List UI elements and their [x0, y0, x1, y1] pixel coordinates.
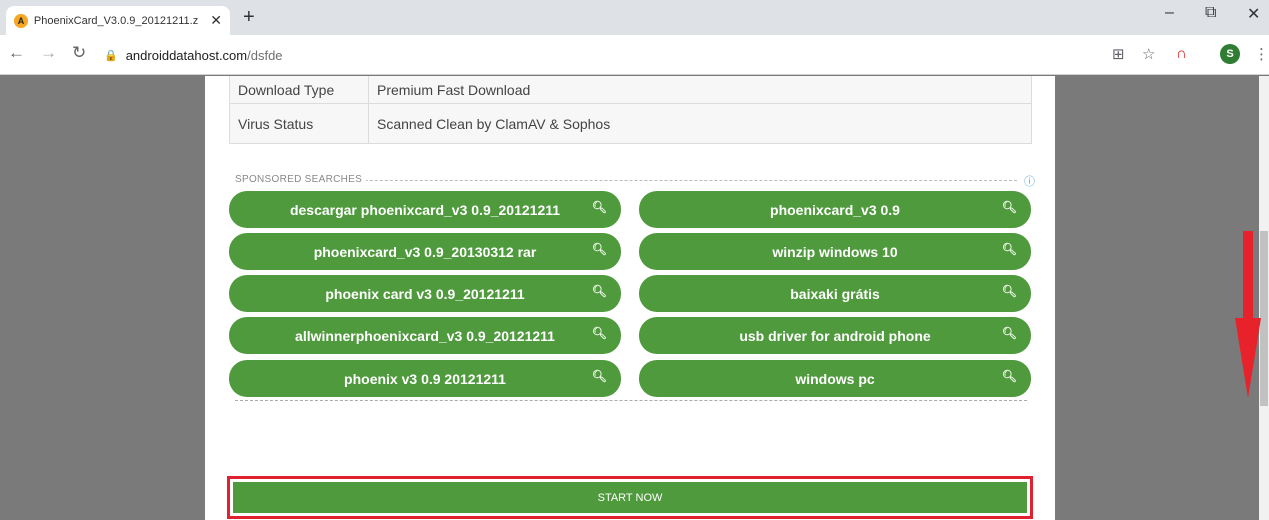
info-value: Scanned Clean by ClamAV & Sophos: [377, 115, 611, 132]
close-tab-icon[interactable]: ✕: [210, 12, 222, 29]
info-value: Premium Fast Download: [377, 81, 531, 98]
sponsored-search-button[interactable]: phoenix v3 0.9 20121211 🔍︎: [229, 360, 621, 397]
start-now-button[interactable]: START NOW: [233, 482, 1027, 513]
search-icon: 🔍︎: [591, 284, 607, 298]
site-favicon-icon: A: [14, 13, 28, 28]
browser-tab[interactable]: A PhoenixCard_V3.0.9_20121211.z ✕: [6, 6, 230, 35]
down-arrow-icon: [1235, 318, 1261, 398]
lock-icon: 🔒: [104, 49, 118, 62]
search-label: baixaki grátis: [790, 285, 880, 302]
restore-icon[interactable]: ⧉: [1205, 4, 1216, 22]
search-label: phoenix card v3 0.9_20121211: [325, 285, 525, 302]
search-label: phoenix v3 0.9 20121211: [344, 370, 506, 387]
avatar[interactable]: S: [1220, 44, 1240, 64]
down-arrow-annotation: [1243, 231, 1253, 321]
tab-strip: A PhoenixCard_V3.0.9_20121211.z ✕ + – ⧉ …: [0, 0, 1269, 35]
table-row: Download Type Premium Fast Download: [230, 76, 1031, 103]
sponsored-search-button[interactable]: allwinnerphoenixcard_v3 0.9_20121211 🔍︎: [229, 317, 621, 354]
url-path: /dsfde: [247, 47, 283, 63]
url-domain: androiddatahost.com: [125, 47, 248, 63]
page-viewport: Download Type Premium Fast Download Viru…: [0, 76, 1269, 520]
search-icon: 🔍︎: [591, 242, 607, 256]
search-icon: 🔍︎: [1001, 242, 1017, 256]
search-icon: 🔍︎: [1001, 200, 1017, 214]
tab-title: PhoenixCard_V3.0.9_20121211.z: [33, 14, 199, 27]
sponsored-search-button[interactable]: phoenixcard_v3 0.9_20130312 rar 🔍︎: [229, 233, 621, 270]
new-tab-icon[interactable]: +: [243, 6, 255, 29]
info-icon[interactable]: ⓘ: [1024, 173, 1035, 189]
search-label: phoenixcard_v3 0.9_20130312 rar: [313, 243, 537, 260]
search-icon: 🔍︎: [591, 326, 607, 340]
scrollbar-thumb[interactable]: [1260, 231, 1268, 406]
sponsored-search-button[interactable]: winzip windows 10 🔍︎: [639, 233, 1031, 270]
sponsored-label: SPONSORED SEARCHES: [235, 174, 367, 185]
sponsored-search-button[interactable]: phoenix card v3 0.9_20121211 🔍︎: [229, 275, 621, 312]
sponsored-search-button[interactable]: phoenixcard_v3 0.9 🔍︎: [639, 191, 1031, 228]
sponsored-search-button[interactable]: windows pc 🔍︎: [639, 360, 1031, 397]
main-content: Download Type Premium Fast Download Viru…: [205, 76, 1055, 520]
search-label: allwinnerphoenixcard_v3 0.9_20121211: [295, 327, 555, 344]
menu-kebab-icon[interactable]: ⋮: [1254, 45, 1269, 63]
extension-icon[interactable]: ∩: [1176, 45, 1187, 62]
sponsored-search-button[interactable]: descargar phoenixcard_v3 0.9_20121211 🔍︎: [229, 191, 621, 228]
url-text: androiddatahost.com/dsfde: [126, 48, 283, 63]
divider: [235, 400, 1027, 401]
file-info-table: Download Type Premium Fast Download Viru…: [229, 76, 1032, 144]
search-label: phoenixcard_v3 0.9: [770, 201, 900, 218]
sponsored-search-button[interactable]: baixaki grátis 🔍︎: [639, 275, 1031, 312]
search-icon: 🔍︎: [1001, 284, 1017, 298]
translate-icon[interactable]: ⊞: [1112, 45, 1125, 63]
search-label: descargar phoenixcard_v3 0.9_20121211: [289, 201, 561, 218]
search-label: usb driver for android phone: [739, 327, 931, 344]
search-icon: 🔍︎: [1001, 326, 1017, 340]
address-bar[interactable]: 🔒 androiddatahost.com/dsfde: [104, 42, 1094, 68]
search-icon: 🔍︎: [591, 200, 607, 214]
start-button-highlight: START NOW: [227, 476, 1033, 519]
search-label: windows pc: [795, 370, 875, 387]
search-label: winzip windows 10: [772, 243, 898, 260]
toolbar: ← → ↻ 🔒 androiddatahost.com/dsfde ⊞ ☆ ∩ …: [0, 35, 1269, 75]
search-icon: 🔍︎: [1001, 369, 1017, 383]
reload-icon[interactable]: ↻: [72, 43, 86, 63]
bookmark-star-icon[interactable]: ☆: [1142, 45, 1155, 63]
sponsored-search-button[interactable]: usb driver for android phone 🔍︎: [639, 317, 1031, 354]
sponsored-header: SPONSORED SEARCHES ⓘ: [235, 174, 1035, 188]
search-icon: 🔍︎: [591, 369, 607, 383]
window-close-icon[interactable]: ✕: [1247, 4, 1260, 24]
info-key: Download Type: [230, 76, 369, 103]
scrollbar[interactable]: [1259, 76, 1269, 520]
table-row: Virus Status Scanned Clean by ClamAV & S…: [230, 103, 1031, 143]
info-key: Virus Status: [230, 104, 369, 143]
forward-icon[interactable]: →: [40, 43, 57, 63]
back-icon[interactable]: ←: [8, 43, 25, 63]
minimize-icon[interactable]: –: [1165, 4, 1174, 22]
